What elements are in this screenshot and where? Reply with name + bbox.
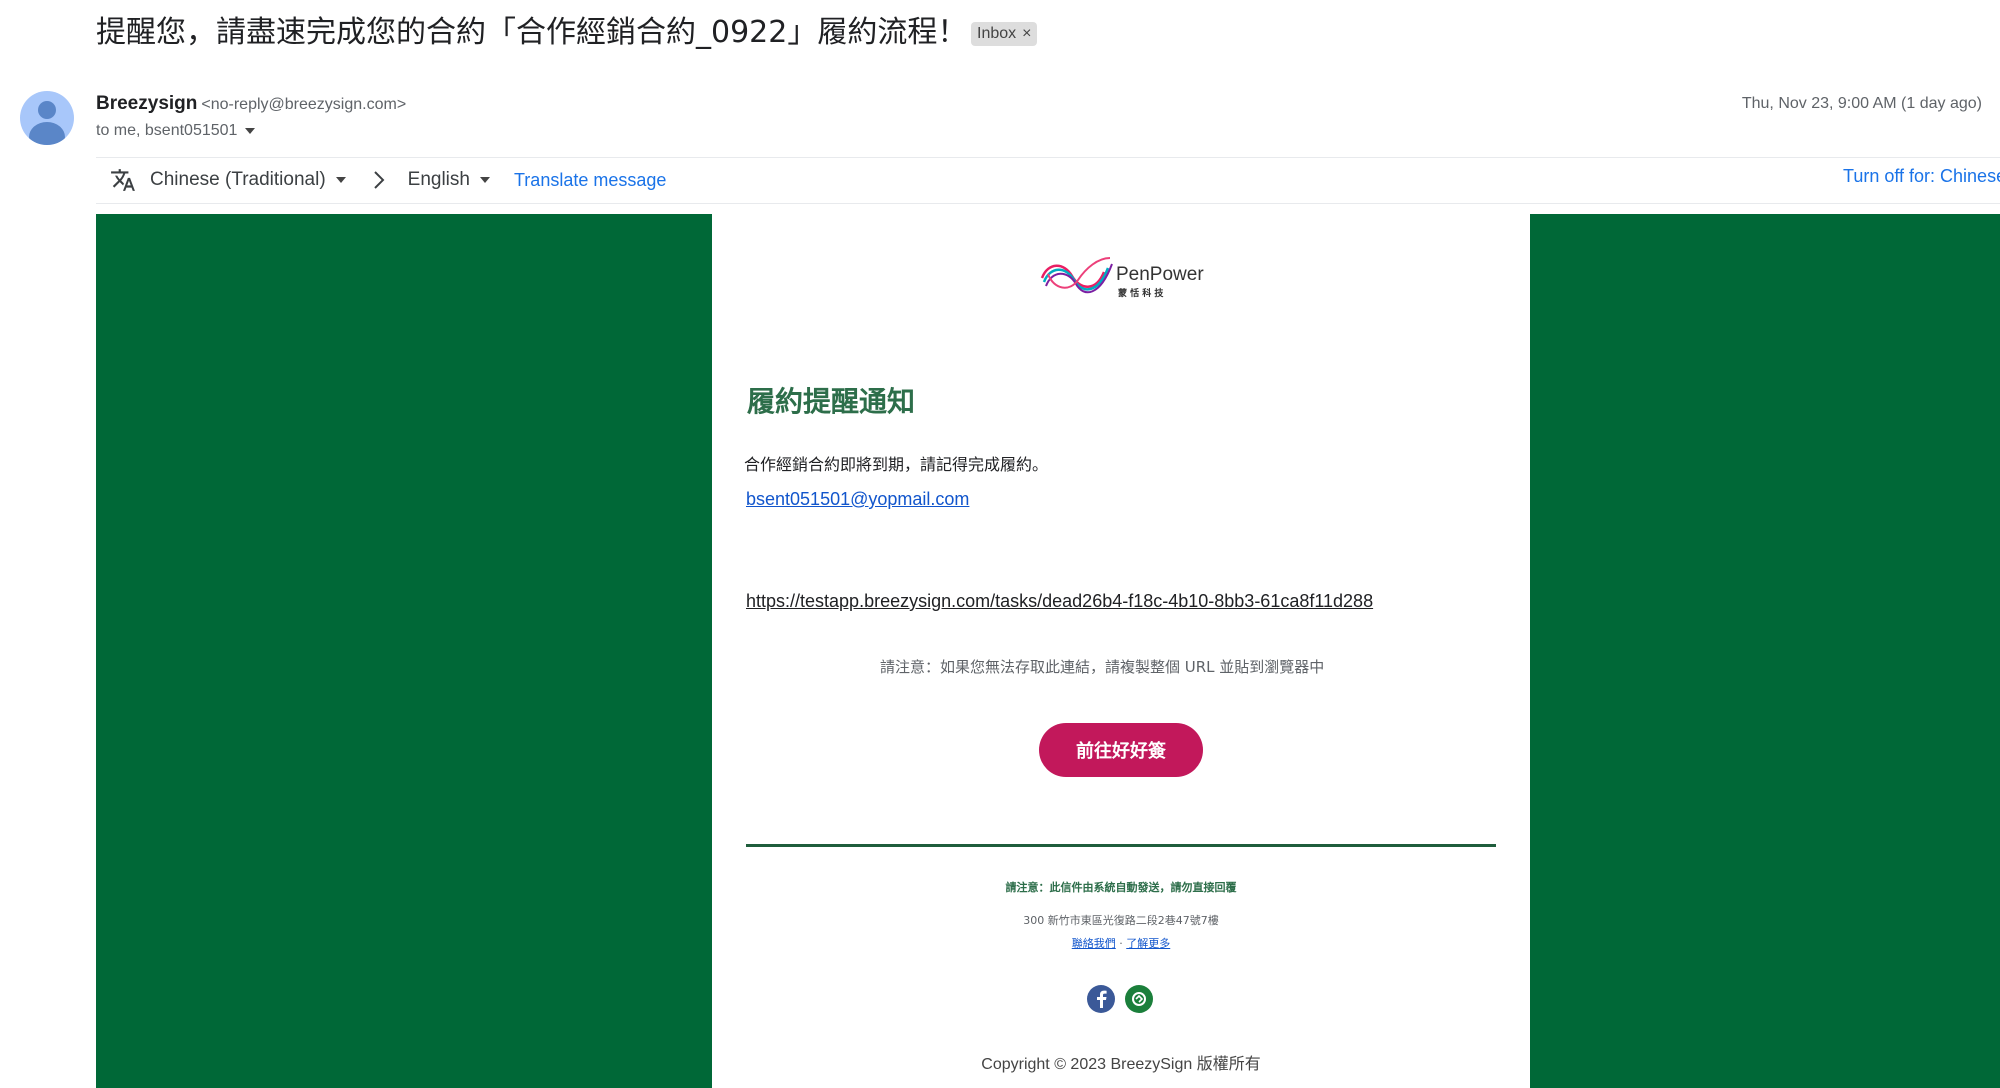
translate-bar: Chinese (Traditional) English Translate …	[96, 158, 2000, 202]
footer-link-separator: ·	[1115, 937, 1127, 950]
translate-message-link[interactable]: Translate message	[514, 170, 666, 191]
recipients-line[interactable]: to me, bsent051501	[96, 122, 256, 140]
line-icon[interactable]	[1125, 985, 1153, 1013]
footer-address: 300 新竹市東區光復路二段2巷47號7樓	[1023, 914, 1219, 927]
sender-name[interactable]: Breezysign	[96, 93, 197, 114]
task-url-link[interactable]: https://testapp.breezysign.com/tasks/dea…	[746, 591, 1373, 612]
sender-line: Breezysign <no-reply@breezysign.com>	[96, 93, 406, 115]
target-language-select[interactable]: English	[408, 169, 490, 191]
source-language-label: Chinese (Traditional)	[150, 169, 326, 190]
copyright: Copyright © 2023 BreezySign 版權所有	[981, 1056, 1261, 1073]
go-to-breezysign-button[interactable]: 前往好好簽	[1039, 723, 1203, 777]
facebook-icon[interactable]	[1087, 985, 1115, 1013]
email-subject: 提醒您，請盡速完成您的合約「合作經銷合約_0922」履約流程！	[96, 15, 968, 50]
social-links	[1087, 985, 1153, 1013]
penpower-logo: PenPower 蒙 恬 科 技	[1038, 250, 1208, 304]
recipient-email-link[interactable]: bsent051501@yopmail.com	[746, 489, 969, 510]
target-language-label: English	[407, 169, 470, 190]
email-message: 合作經銷合約即將到期，請記得完成履約。	[744, 455, 1049, 474]
email-background-left	[96, 214, 712, 1088]
logo-subtext: 蒙 恬 科 技	[1118, 289, 1164, 299]
contact-us-link[interactable]: 聯絡我們	[1072, 937, 1116, 950]
person-icon	[38, 101, 56, 119]
sender-avatar[interactable]	[20, 91, 74, 145]
chevron-down-icon	[335, 177, 346, 183]
chevron-down-icon[interactable]	[245, 128, 256, 134]
penpower-logo-mark	[1040, 257, 1113, 294]
chevron-down-icon	[479, 177, 490, 183]
translate-bar-bottom-divider	[96, 203, 2000, 204]
email-background-right	[1530, 214, 2000, 1088]
translate-icon	[111, 169, 135, 191]
footer-divider	[746, 844, 1496, 847]
learn-more-link[interactable]: 了解更多	[1126, 937, 1170, 950]
recipients-text: to me, bsent051501	[96, 122, 238, 139]
inbox-label-text: Inbox	[977, 25, 1017, 42]
remove-label-icon[interactable]: ×	[1022, 25, 1031, 43]
email-date: Thu, Nov 23, 9:00 AM (1 day ago)	[1741, 95, 1982, 112]
email-heading: 履約提醒通知	[747, 385, 916, 418]
turn-off-translation-link[interactable]: Turn off for: Chinese	[1843, 166, 2000, 187]
footer-links: 聯絡我們 · 了解更多	[746, 935, 1496, 951]
logo-text: PenPower	[1116, 264, 1204, 285]
url-note: 請注意：如果您無法存取此連結，請複製整個 URL 並貼到瀏覽器中	[880, 658, 1325, 676]
chevron-right-icon	[373, 171, 385, 189]
sender-address: <no-reply@breezysign.com>	[201, 96, 407, 113]
inbox-label-chip[interactable]: Inbox ×	[971, 22, 1038, 46]
source-language-select[interactable]: Chinese (Traditional)	[150, 169, 346, 191]
email-content-card	[712, 214, 1530, 1088]
footer-auto-send-note: 請注意：此信件由系統自動發送，請勿直接回覆	[1005, 881, 1237, 894]
